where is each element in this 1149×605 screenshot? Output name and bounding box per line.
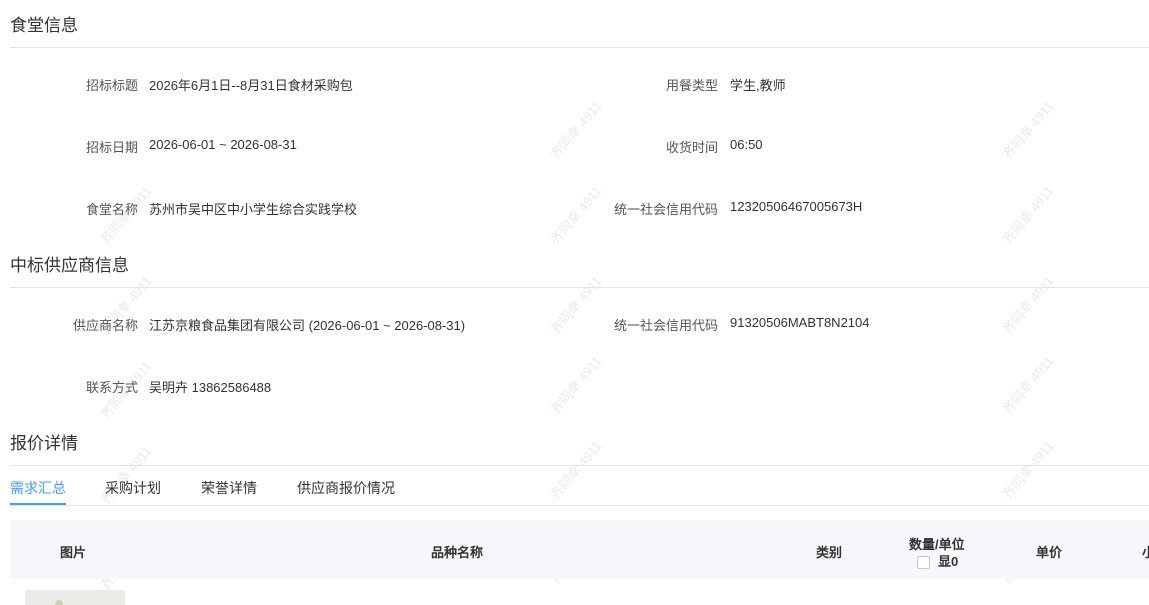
section-divider [10, 287, 1149, 288]
supplier-credit-code-label: 统一社会信用代码 [613, 318, 718, 333]
watermark: 齐同幸 4911 [999, 98, 1057, 162]
canteen-name-label: 食堂名称 [85, 202, 138, 217]
tab-honor-details[interactable]: 荣誉详情 [201, 478, 257, 498]
column-header-image: 图片 [60, 545, 87, 560]
supplier-name-value: 江苏京粮食品集团有限公司 (2026-06-01 ~ 2026-08-31) [149, 318, 466, 333]
active-tab-indicator [10, 503, 66, 505]
tender-title-value: 2026年6月1日--8月31日食材采购包 [149, 78, 353, 93]
watermark: 齐同幸 4911 [999, 273, 1057, 337]
supplier-credit-code-value: 91320506MABT8N2104 [730, 315, 870, 330]
canteen-name-value: 苏州市吴中区中小学生综合实践学校 [149, 202, 358, 217]
column-header-variety-name: 品种名称 [431, 545, 484, 560]
meal-type-label: 用餐类型 [665, 78, 718, 93]
tab-demand-summary[interactable]: 需求汇总 [10, 478, 66, 498]
tender-title-label: 招标标题 [85, 78, 138, 93]
watermark: 齐同幸 4911 [547, 353, 605, 417]
quote-details-title: 报价详情 [10, 434, 78, 453]
watermark: 齐同幸 4911 [999, 183, 1057, 247]
product-image-thumbnail[interactable] [25, 590, 125, 605]
section-divider [10, 47, 1149, 48]
receive-time-label: 收货时间 [665, 140, 718, 155]
receive-time-value: 06:50 [730, 137, 763, 152]
show-zero-label: 显0 [938, 554, 959, 569]
canteen-info-title: 食堂信息 [10, 16, 78, 35]
show-zero-toggle[interactable]: 显0 [917, 551, 958, 570]
show-zero-checkbox[interactable] [917, 556, 930, 570]
section-divider [10, 465, 1149, 466]
tender-date-value: 2026-06-01 ~ 2026-08-31 [149, 137, 297, 152]
contact-value: 吴明卉 13862586488 [149, 380, 272, 395]
supplier-name-label: 供应商名称 [72, 318, 138, 333]
supplier-info-title: 中标供应商信息 [10, 256, 129, 275]
quote-tabs: 需求汇总 采购计划 荣誉详情 供应商报价情况 [10, 470, 1149, 506]
tab-purchase-plan[interactable]: 采购计划 [105, 478, 161, 498]
canteen-credit-code-label: 统一社会信用代码 [613, 202, 718, 217]
tab-supplier-quotes[interactable]: 供应商报价情况 [297, 478, 395, 498]
contact-label: 联系方式 [85, 380, 138, 395]
tender-date-label: 招标日期 [85, 140, 138, 155]
meal-type-value: 学生,教师 [730, 78, 786, 93]
column-header-category: 类别 [816, 545, 843, 560]
watermark: 齐同幸 4911 [999, 353, 1057, 417]
column-header-subtotal: 小 [1142, 545, 1149, 560]
column-header-unit-price: 单价 [1036, 545, 1063, 560]
table-header: 图片 品种名称 类别 数量/单位 显0 单价 小 [10, 520, 1149, 579]
canteen-credit-code-value: 12320506467005673H [730, 199, 863, 214]
